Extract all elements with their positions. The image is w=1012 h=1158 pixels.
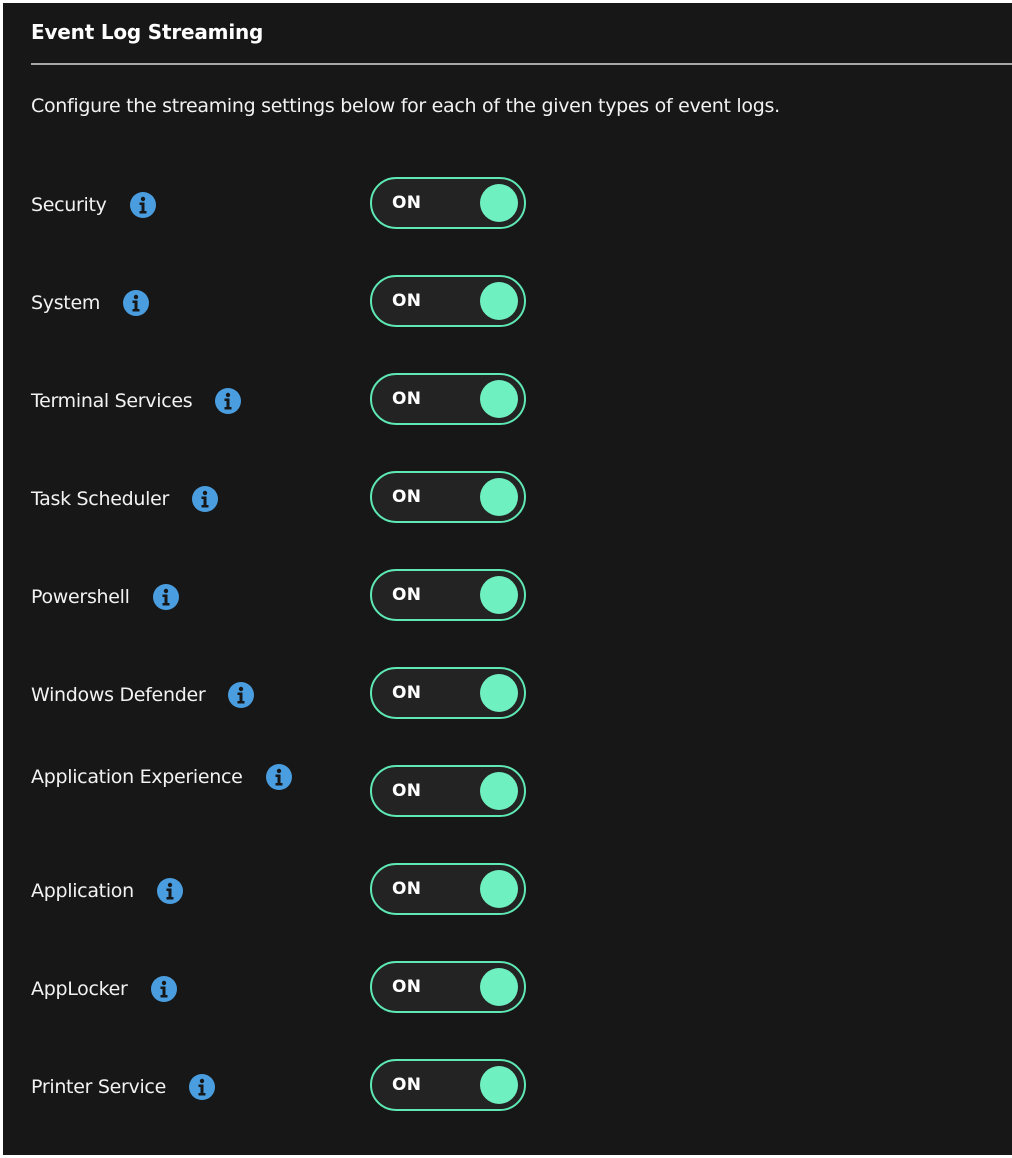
setting-label: Application <box>31 880 134 902</box>
setting-row-application: Application ON <box>3 861 1012 921</box>
toggle-windows-defender[interactable]: ON <box>370 667 526 719</box>
info-icon[interactable] <box>227 681 255 709</box>
toggle-state-label: ON <box>392 781 422 801</box>
setting-label: Security <box>31 194 107 216</box>
toggle-knob <box>480 184 518 222</box>
setting-label: System <box>31 292 101 314</box>
toggle-state-label: ON <box>392 585 422 605</box>
toggle-knob <box>480 674 518 712</box>
setting-row-applocker: AppLocker ON <box>3 959 1012 1019</box>
info-icon[interactable] <box>188 1073 216 1101</box>
panel-title: Event Log Streaming <box>31 20 264 44</box>
setting-label: Powershell <box>31 586 130 608</box>
toggle-state-label: ON <box>392 487 422 507</box>
toggle-security[interactable]: ON <box>370 177 526 229</box>
info-icon[interactable] <box>265 763 293 791</box>
toggle-application-experience[interactable]: ON <box>370 765 526 817</box>
setting-label: Application Experience <box>31 766 243 788</box>
toggle-system[interactable]: ON <box>370 275 526 327</box>
toggle-state-label: ON <box>392 1075 422 1095</box>
toggle-state-label: ON <box>392 879 422 899</box>
toggle-knob <box>480 772 518 810</box>
toggle-knob <box>480 576 518 614</box>
info-icon[interactable] <box>150 975 178 1003</box>
toggle-knob <box>480 380 518 418</box>
toggle-knob <box>480 1066 518 1104</box>
toggle-applocker[interactable]: ON <box>370 961 526 1013</box>
info-icon[interactable] <box>214 387 242 415</box>
setting-row-system: System ON <box>3 273 1012 333</box>
setting-label: AppLocker <box>31 978 128 1000</box>
setting-label: Printer Service <box>31 1076 166 1098</box>
event-log-streaming-panel: Event Log Streaming Configure the stream… <box>3 3 1012 1155</box>
setting-row-printer-service: Printer Service ON <box>3 1057 1012 1117</box>
toggle-powershell[interactable]: ON <box>370 569 526 621</box>
toggle-state-label: ON <box>392 977 422 997</box>
info-icon[interactable] <box>156 877 184 905</box>
info-icon[interactable] <box>191 485 219 513</box>
info-icon[interactable] <box>122 289 150 317</box>
toggle-application[interactable]: ON <box>370 863 526 915</box>
title-divider <box>31 63 1012 65</box>
toggle-knob <box>480 282 518 320</box>
setting-row-task-scheduler: Task Scheduler ON <box>3 469 1012 529</box>
setting-row-windows-defender: Windows Defender ON <box>3 665 1012 725</box>
setting-label: Terminal Services <box>31 390 193 412</box>
toggle-state-label: ON <box>392 193 422 213</box>
setting-row-application-experience: Application Experience ON <box>3 763 1012 823</box>
toggle-knob <box>480 870 518 908</box>
toggle-state-label: ON <box>392 389 422 409</box>
setting-row-security: Security ON <box>3 175 1012 235</box>
toggle-state-label: ON <box>392 683 422 703</box>
setting-label: Task Scheduler <box>31 488 169 510</box>
setting-label: Windows Defender <box>31 684 206 706</box>
info-icon[interactable] <box>152 583 180 611</box>
panel-description: Configure the streaming settings below f… <box>31 95 780 117</box>
toggle-task-scheduler[interactable]: ON <box>370 471 526 523</box>
info-icon[interactable] <box>129 191 157 219</box>
toggle-knob <box>480 478 518 516</box>
setting-row-terminal-services: Terminal Services ON <box>3 371 1012 431</box>
toggle-printer-service[interactable]: ON <box>370 1059 526 1111</box>
toggle-state-label: ON <box>392 291 422 311</box>
toggle-knob <box>480 968 518 1006</box>
setting-row-powershell: Powershell ON <box>3 567 1012 627</box>
toggle-terminal-services[interactable]: ON <box>370 373 526 425</box>
